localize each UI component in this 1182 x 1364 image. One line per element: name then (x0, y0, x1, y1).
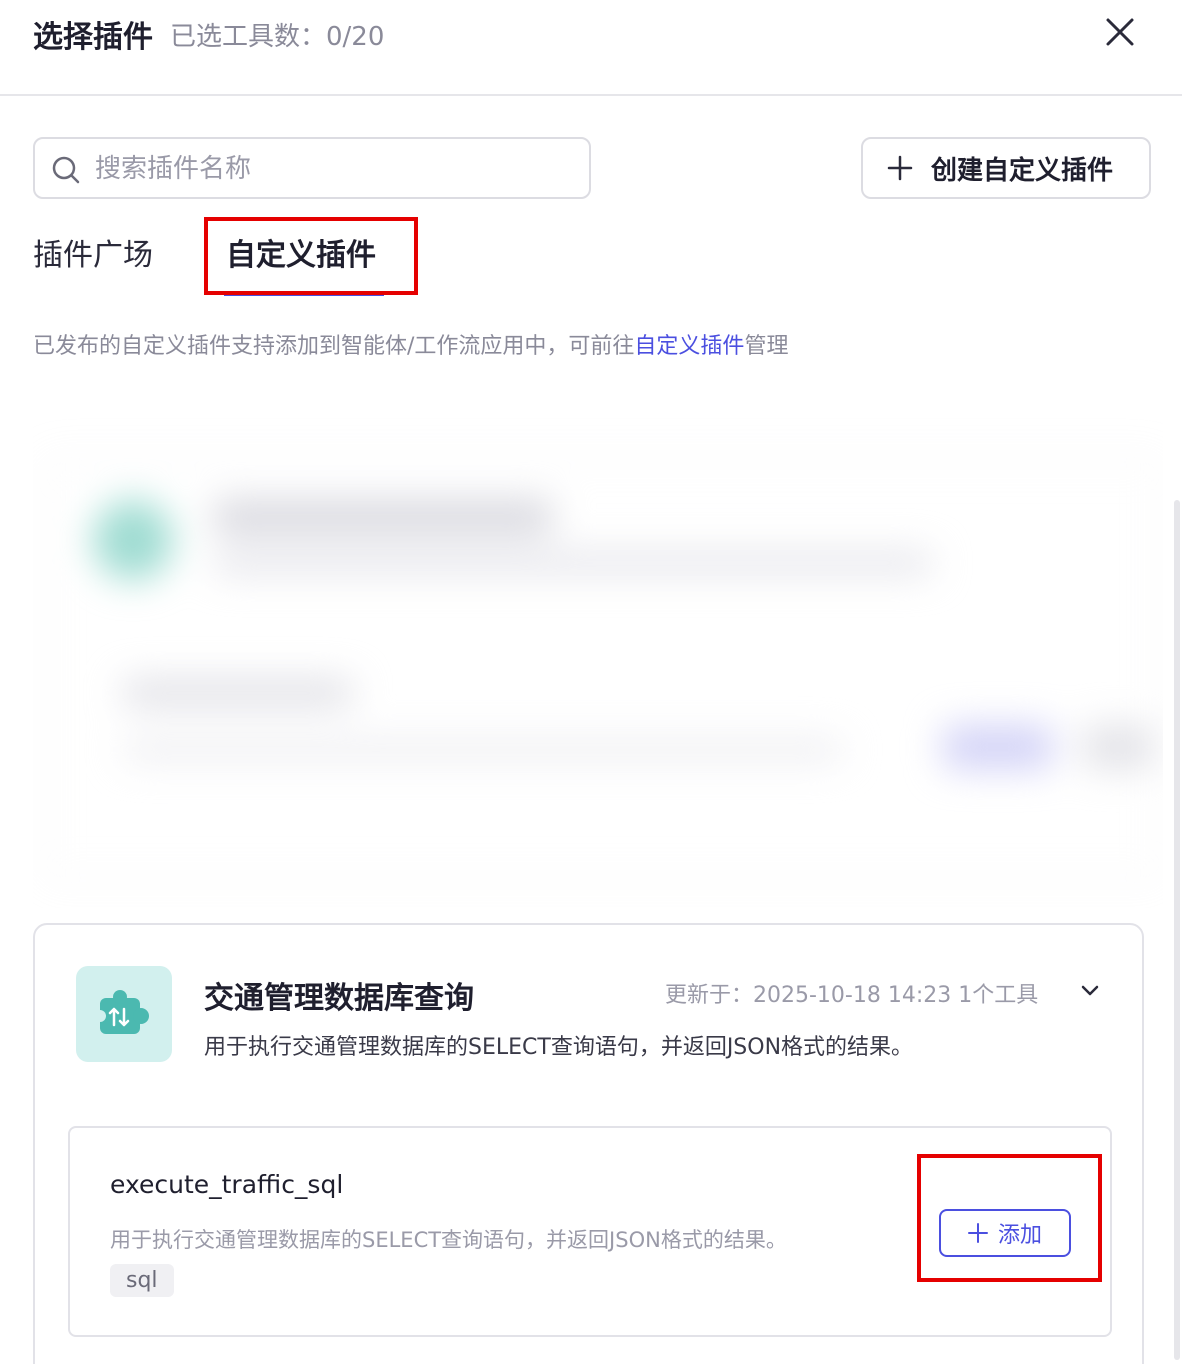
plugin-card: 交通管理数据库查询 更新于：2025-10-18 14:23 1个工具 用于执行… (33, 923, 1144, 1364)
tab-plugin-square[interactable]: 插件广场 (33, 230, 153, 274)
custom-plugin-manage-link[interactable]: 自定义插件 (634, 334, 744, 359)
dialog-header: 选择插件 已选工具数：0/20 (0, 0, 1182, 96)
plugin-name: 交通管理数据库查询 (204, 981, 474, 1016)
dialog-title: 选择插件 (33, 20, 153, 55)
plugin-meta: 更新于：2025-10-18 14:23 1个工具 (665, 983, 1039, 1008)
highlight-box-add (917, 1154, 1102, 1282)
tool-description: 用于执行交通管理数据库的SELECT查询语句，并返回JSON格式的结果。 (110, 1228, 787, 1252)
tool-tag: sql (110, 1264, 174, 1297)
info-text: 已发布的自定义插件支持添加到智能体/工作流应用中，可前往自定义插件管理 (33, 328, 788, 360)
blurred-plugin-card (33, 380, 1163, 908)
plugin-description: 用于执行交通管理数据库的SELECT查询语句，并返回JSON格式的结果。 (204, 1035, 914, 1060)
puzzle-icon (94, 990, 149, 1034)
search-box (33, 137, 591, 199)
plugin-icon (76, 966, 172, 1062)
create-custom-plugin-label: 创建自定义插件 (931, 155, 1114, 186)
create-custom-plugin-button[interactable]: 创建自定义插件 (861, 137, 1151, 199)
chevron-down-icon[interactable] (1079, 979, 1101, 1001)
search-input[interactable] (95, 149, 575, 189)
info-prefix: 已发布的自定义插件支持添加到智能体/工作流应用中，可前往 (33, 334, 635, 359)
scrollbar[interactable] (1174, 500, 1180, 1360)
selected-tool-count: 已选工具数：0/20 (170, 22, 385, 52)
plus-icon (887, 155, 913, 181)
tool-name: execute_traffic_sql (110, 1170, 344, 1199)
close-icon[interactable] (1100, 12, 1140, 52)
search-icon (52, 156, 80, 184)
info-suffix: 管理 (744, 334, 789, 359)
highlight-box-tab (204, 217, 418, 295)
